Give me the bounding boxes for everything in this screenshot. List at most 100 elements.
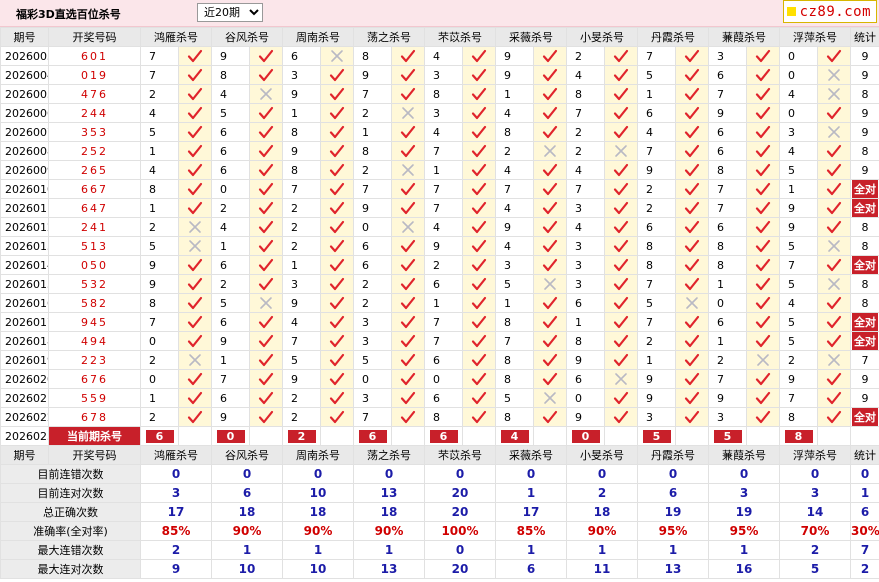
logo-square-icon [786,7,796,16]
kill-value: 9 [211,46,250,66]
check-icon [329,144,345,158]
kill-value: 4 [424,122,463,142]
issue-number: 2026021 [0,388,49,408]
kill-value: 9 [779,369,818,389]
current-kill-spacer [746,426,780,446]
kill-value: 3 [566,198,605,218]
kill-value: 8 [566,331,605,351]
check-icon [258,220,274,234]
issue-number: 2026022 [0,407,49,427]
check-icon [258,106,274,120]
result-mark [533,141,567,161]
result-mark [178,160,212,180]
current-kill-cell: 6 [140,426,179,446]
result-mark [746,369,780,389]
column-header: 芣苡杀号 [424,27,496,47]
check-icon [400,372,416,386]
check-icon [613,258,629,272]
result-mark [391,122,425,142]
kill-value: 1 [708,331,747,351]
issue-number: 2026003 [0,46,49,66]
result-mark [320,198,354,218]
result-mark [391,369,425,389]
issue-number: 2026007 [0,122,49,142]
total-count: 8 [861,296,869,310]
kill-value: 8 [779,407,818,427]
check-icon [542,182,558,196]
check-icon [613,220,629,234]
result-mark [320,255,354,275]
kill-value: 7 [424,141,463,161]
kill-value: 6 [211,388,250,408]
kill-value: 0 [779,103,818,123]
kill-value: 1 [140,141,179,161]
kill-value: 4 [424,217,463,237]
stat-value: 90% [566,521,638,541]
top-bar: 福彩3D直选百位杀号 近20期 cz89.com [0,0,879,27]
check-icon [471,220,487,234]
column-header: 芣苡杀号 [424,445,496,465]
kill-value: 9 [282,84,321,104]
cross-icon [828,69,840,81]
check-icon [187,391,203,405]
kill-value: 9 [140,274,179,294]
check-icon [400,258,416,272]
check-icon [826,315,842,329]
result-mark [391,65,425,85]
check-icon [826,391,842,405]
result-mark [178,84,212,104]
current-kill-cell: 6 [424,426,463,446]
check-icon [542,49,558,63]
kill-value: 4 [282,312,321,332]
current-kill-spacer [391,426,425,446]
kill-value: 6 [708,312,747,332]
table-row: 20260140509 6 1 6 2 3 3 8 8 7 全对 [0,255,879,275]
current-kill-value: 8 [784,429,813,443]
kill-value: 7 [495,179,534,199]
result-mark [178,293,212,313]
kill-value: 3 [282,65,321,85]
result-mark [249,236,283,256]
kill-value: 6 [566,293,605,313]
result-mark [249,65,283,85]
check-icon [755,87,771,101]
kill-value: 1 [495,293,534,313]
result-mark [533,84,567,104]
check-icon [187,125,203,139]
kill-value: 0 [424,369,463,389]
result-mark [817,141,851,161]
kill-value: 8 [566,84,605,104]
current-kill-value: 4 [500,429,529,443]
check-icon [684,106,700,120]
result-mark [533,217,567,237]
result-mark [320,350,354,370]
column-header: 小旻杀号 [566,445,638,465]
result-mark [533,103,567,123]
issue-number: 2026009 [0,160,49,180]
cross-icon [331,50,343,62]
kill-value: 6 [708,65,747,85]
stat-value: 7 [850,540,879,560]
result-mark [533,350,567,370]
result-mark [817,217,851,237]
check-icon [258,258,274,272]
check-icon [471,125,487,139]
kill-value: 4 [140,160,179,180]
draw-number: 353 [48,122,141,142]
draw-number: 582 [48,293,141,313]
stat-value: 10 [282,559,354,579]
kill-value: 5 [495,274,534,294]
stat-value: 0 [708,464,780,484]
result-mark [249,103,283,123]
result-mark [391,350,425,370]
kill-value: 2 [140,217,179,237]
result-mark [604,179,638,199]
current-kill-cell: 5 [637,426,676,446]
site-logo[interactable]: cz89.com [782,0,877,23]
period-select[interactable]: 近20期 [197,3,263,22]
kill-value: 7 [424,331,463,351]
stat-value: 18 [282,502,354,522]
result-mark [533,179,567,199]
kill-value: 2 [566,46,605,66]
result-mark [391,84,425,104]
